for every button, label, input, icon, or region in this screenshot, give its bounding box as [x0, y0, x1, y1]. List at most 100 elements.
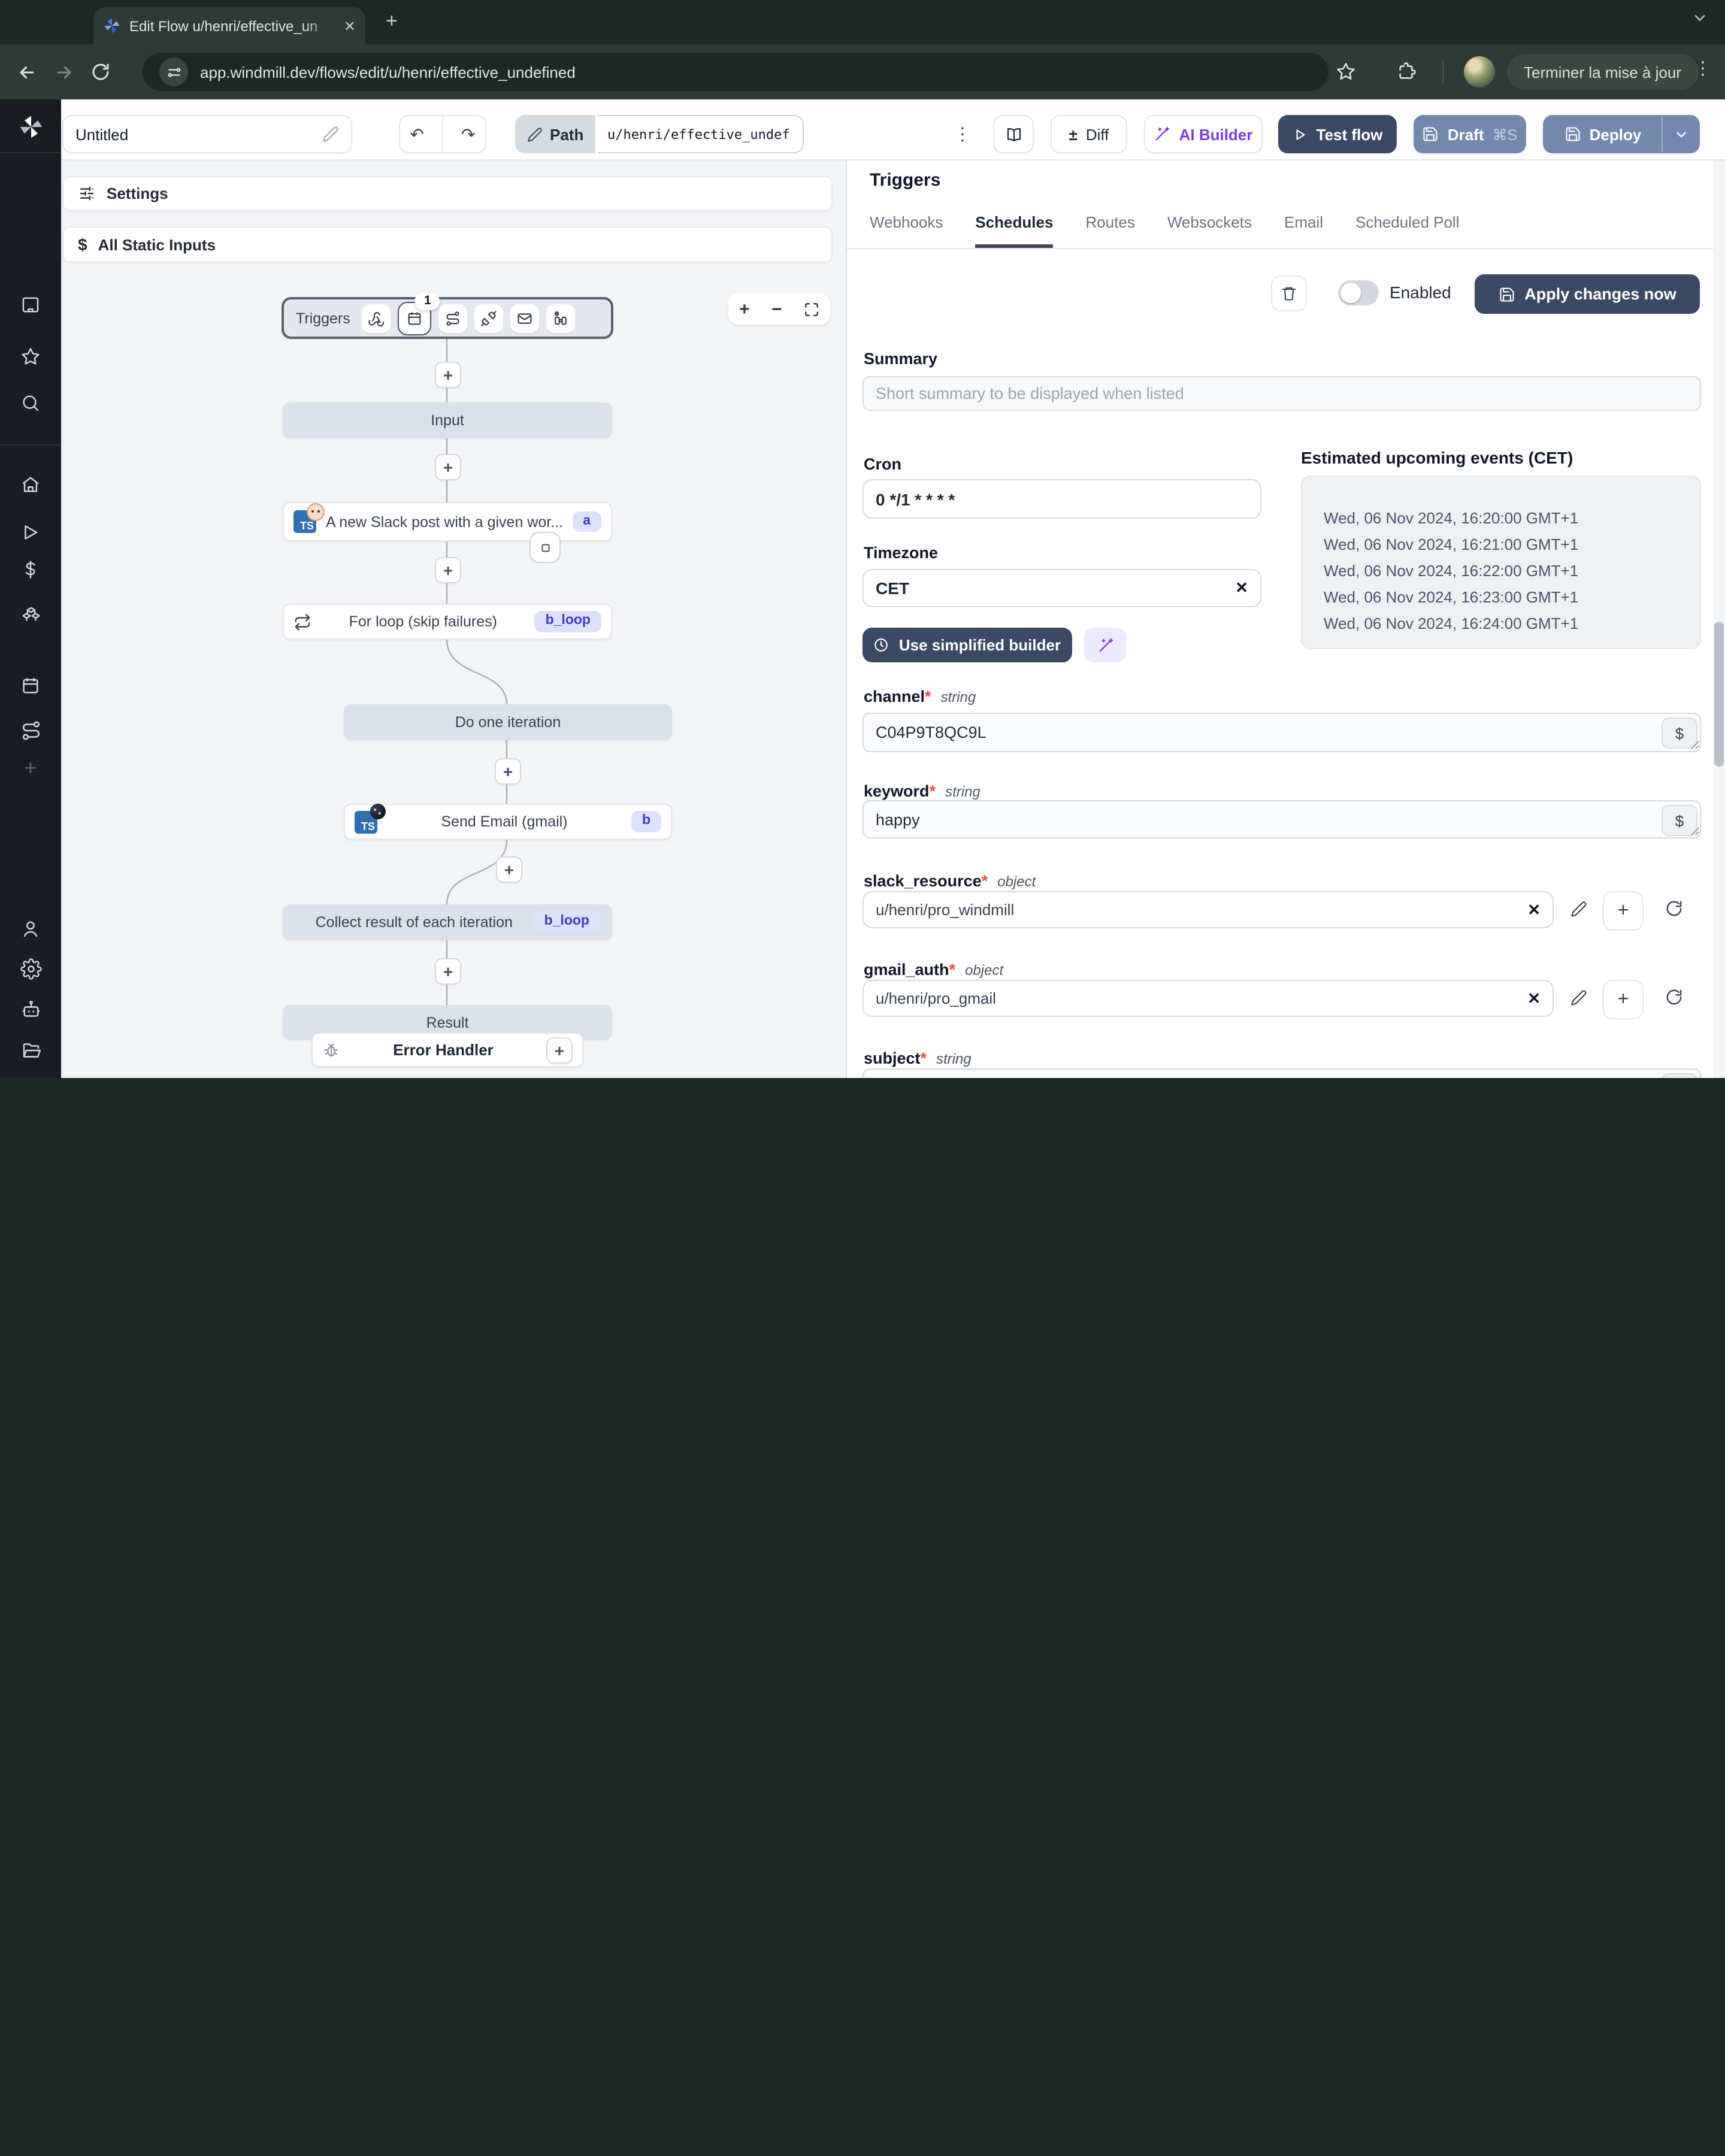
- tab-close-icon[interactable]: ✕: [344, 19, 356, 33]
- windmill-logo[interactable]: [0, 110, 61, 144]
- ai-cron-button[interactable]: [1084, 628, 1126, 662]
- clear-resource-icon[interactable]: ✕: [1527, 900, 1541, 919]
- send-email-node[interactable]: TS Send Email (gmail) b: [344, 803, 672, 840]
- schedule-trigger-icon[interactable]: 1: [398, 292, 440, 335]
- rail-settings-icon[interactable]: [0, 952, 61, 986]
- test-flow-button[interactable]: Test flow: [1278, 115, 1397, 153]
- flow-name-input[interactable]: Untitled: [62, 115, 352, 153]
- insert-step-button[interactable]: +: [435, 362, 461, 388]
- edit-resource-icon[interactable]: [1570, 901, 1587, 917]
- zoom-out-icon[interactable]: −: [771, 299, 782, 319]
- zoom-in-icon[interactable]: +: [739, 299, 750, 319]
- scheduled-poll-trigger-icon[interactable]: [546, 304, 576, 332]
- browser-tab[interactable]: Edit Flow u/henri/effective_un ✕: [93, 7, 365, 44]
- summary-input[interactable]: [862, 376, 1701, 411]
- path-input[interactable]: u/henri/effective_undef: [598, 115, 804, 153]
- add-resource-button[interactable]: +: [1603, 980, 1644, 1019]
- scrollbar-thumb[interactable]: [1714, 622, 1724, 767]
- site-settings-icon[interactable]: [159, 57, 188, 86]
- keyword-input[interactable]: [862, 800, 1701, 838]
- enabled-toggle[interactable]: [1338, 280, 1379, 305]
- url-bar[interactable]: app.windmill.dev/flows/edit/u/henri/effe…: [143, 53, 1328, 91]
- timezone-input[interactable]: CET ✕: [862, 569, 1261, 607]
- collect-result-node[interactable]: Collect result of each iteration b_loop: [283, 904, 612, 940]
- back-icon[interactable]: [17, 62, 37, 82]
- input-node[interactable]: Input: [283, 402, 612, 438]
- tab-webhooks[interactable]: Webhooks: [870, 213, 943, 248]
- bookmark-star-icon[interactable]: [1336, 61, 1356, 81]
- rail-runs-icon[interactable]: [0, 515, 61, 549]
- insert-step-button[interactable]: +: [435, 958, 461, 985]
- cron-input[interactable]: [862, 479, 1261, 519]
- rail-favorites-icon[interactable]: [0, 339, 61, 373]
- email-trigger-icon[interactable]: [510, 304, 540, 332]
- flow-canvas[interactable]: Settings $ All Static Inputs Triggers 1 …: [61, 161, 847, 1078]
- undo-button[interactable]: ↶: [400, 124, 434, 144]
- module-action-button[interactable]: [529, 532, 561, 563]
- rail-workers-icon[interactable]: [0, 993, 61, 1026]
- triggers-node[interactable]: Triggers 1: [282, 292, 613, 339]
- diff-button[interactable]: ± Diff: [1051, 115, 1127, 153]
- resize-grip-icon[interactable]: [1690, 826, 1700, 836]
- clear-resource-icon[interactable]: ✕: [1527, 989, 1541, 1008]
- browser-menu-icon[interactable]: ⋮: [1694, 57, 1712, 79]
- edit-resource-icon[interactable]: [1570, 989, 1587, 1006]
- tab-search-chevron-icon[interactable]: [1691, 10, 1708, 26]
- clear-timezone-icon[interactable]: ✕: [1235, 579, 1248, 598]
- apply-changes-button[interactable]: Apply changes now: [1475, 274, 1700, 314]
- rail-flows-icon[interactable]: [0, 714, 61, 747]
- websocket-trigger-icon[interactable]: [474, 304, 504, 332]
- new-tab-icon[interactable]: +: [386, 11, 398, 31]
- insert-step-button[interactable]: +: [496, 856, 522, 883]
- profile-avatar[interactable]: [1464, 56, 1495, 87]
- insert-step-button[interactable]: +: [435, 454, 461, 480]
- subject-input[interactable]: [862, 1068, 1701, 1078]
- more-options-icon[interactable]: ⋮: [954, 123, 972, 145]
- rail-variables-icon[interactable]: [0, 552, 61, 586]
- page-scrollbar[interactable]: [1713, 161, 1725, 1078]
- browser-update-button[interactable]: Terminer la mise à jour: [1507, 54, 1698, 90]
- add-error-handler-button[interactable]: +: [546, 1037, 573, 1063]
- fit-view-icon[interactable]: [804, 301, 819, 317]
- rail-user-icon[interactable]: [0, 912, 61, 945]
- delete-schedule-button[interactable]: [1271, 275, 1307, 311]
- webhook-trigger-icon[interactable]: [362, 304, 391, 332]
- docs-button[interactable]: [993, 115, 1034, 153]
- route-trigger-icon[interactable]: [438, 304, 468, 332]
- refresh-resource-icon[interactable]: [1665, 900, 1683, 917]
- insert-step-button[interactable]: +: [495, 758, 521, 785]
- add-resource-button[interactable]: +: [1603, 891, 1644, 931]
- tab-schedules[interactable]: Schedules: [975, 213, 1054, 248]
- deploy-button[interactable]: Deploy: [1544, 125, 1662, 143]
- tab-routes[interactable]: Routes: [1085, 213, 1134, 248]
- insert-step-button[interactable]: +: [435, 557, 461, 583]
- resize-grip-icon[interactable]: [1690, 740, 1700, 750]
- channel-input[interactable]: [862, 713, 1701, 752]
- rail-apps-icon[interactable]: [0, 287, 61, 321]
- do-one-iteration-node[interactable]: Do one iteration: [344, 704, 672, 740]
- extensions-icon[interactable]: [1397, 61, 1417, 81]
- slack-resource-input[interactable]: u/henri/pro_windmill ✕: [862, 891, 1554, 928]
- ai-builder-button[interactable]: AI Builder: [1144, 115, 1263, 153]
- rail-schedules-icon[interactable]: [0, 668, 61, 702]
- gmail-auth-input[interactable]: u/henri/pro_gmail ✕: [862, 980, 1554, 1017]
- tab-scheduled-poll[interactable]: Scheduled Poll: [1355, 213, 1459, 248]
- rail-add-icon[interactable]: +: [0, 751, 61, 785]
- insert-variable-button[interactable]: $: [1662, 1073, 1697, 1078]
- slack-step-node[interactable]: TS A new Slack post with a given wor... …: [283, 502, 612, 541]
- draft-button[interactable]: Draft ⌘S: [1414, 115, 1526, 153]
- refresh-resource-icon[interactable]: [1665, 988, 1683, 1006]
- tab-websockets[interactable]: Websockets: [1167, 213, 1252, 248]
- redo-button[interactable]: ↷: [452, 124, 485, 144]
- tab-email[interactable]: Email: [1284, 213, 1323, 248]
- simplified-builder-button[interactable]: Use simplified builder: [862, 628, 1072, 662]
- rail-resources-icon[interactable]: [0, 598, 61, 631]
- deploy-dropdown-button[interactable]: [1663, 126, 1699, 142]
- rail-logs-icon[interactable]: [0, 1073, 61, 1078]
- rail-search-icon[interactable]: [0, 386, 61, 419]
- error-handler-node[interactable]: Error Handler +: [311, 1032, 583, 1067]
- reload-icon[interactable]: [91, 62, 110, 81]
- rail-folders-icon[interactable]: [0, 1034, 61, 1067]
- edit-pencil-icon[interactable]: [322, 126, 339, 143]
- rail-home-icon[interactable]: [0, 467, 61, 501]
